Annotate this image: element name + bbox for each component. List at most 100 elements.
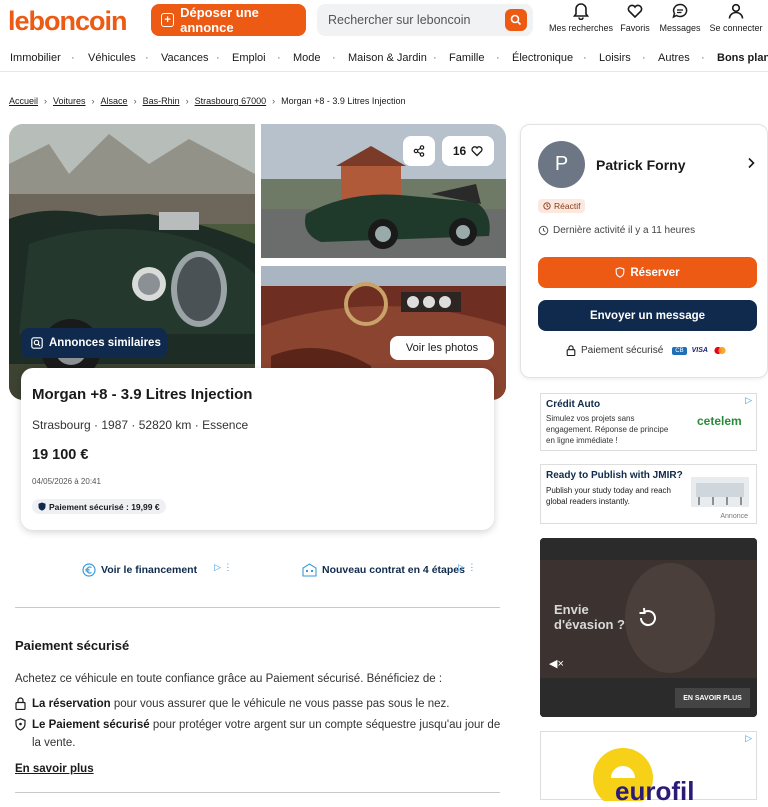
header: leboncoin + Déposer une annonce Recherch… [0, 0, 768, 42]
financing-link[interactable]: Voir le financement [82, 563, 197, 577]
post-ad-button[interactable]: + Déposer une annonce [151, 4, 306, 36]
cetelem-logo: cetelem [697, 414, 742, 428]
ad-credit-auto[interactable]: Crédit Auto Simulez vos projets sans eng… [540, 393, 757, 451]
financing-label: Voir le financement [101, 564, 198, 576]
login-button[interactable]: Se connecter [706, 2, 766, 33]
nav-item-mode[interactable]: Mode [293, 52, 321, 64]
history-icon [538, 225, 549, 236]
last-activity: Dernière activité il y a 11 heures [538, 225, 695, 236]
learn-more-link[interactable]: En savoir plus [15, 763, 94, 775]
listing-date: 04/05/2026 à 20:41 [32, 477, 101, 486]
chevron-right-icon: › [91, 96, 95, 106]
nav-separator: · [701, 52, 705, 64]
nav-item-vehicules[interactable]: Véhicules [88, 52, 136, 64]
euro-icon [82, 563, 96, 577]
nav-separator: · [332, 52, 336, 64]
ad-jmir[interactable]: Ready to Publish with JMIR? Publish your… [540, 464, 757, 524]
favorites-button[interactable]: Favoris [616, 2, 654, 33]
ad-choices-icon[interactable]: ▷ [745, 395, 752, 406]
nav-item-maison-jardin[interactable]: Maison & Jardin [348, 52, 427, 64]
main-photo[interactable] [9, 124, 255, 400]
heart-icon [627, 4, 643, 19]
nav-separator: · [642, 52, 646, 64]
nav-item-bons-plans[interactable]: Bons plans [717, 52, 768, 64]
reservation-text: pour vous assurer que le véhicule ne vou… [110, 698, 450, 710]
bell-icon [573, 3, 589, 20]
nav-item-loisirs[interactable]: Loisirs [599, 52, 631, 64]
mute-icon[interactable]: ◀× [549, 657, 564, 670]
replay-icon[interactable] [636, 606, 660, 630]
see-photos-button[interactable]: Voir les photos [390, 336, 494, 360]
nav-item-electronique[interactable]: Électronique [512, 52, 573, 64]
payment-badge-label: Paiement sécurisé : 19,99 € [49, 501, 160, 512]
ad-choices-icon[interactable]: ▷ [745, 733, 752, 744]
listing-card: Morgan +8 - 3.9 Litres Injection Strasbo… [21, 368, 494, 530]
search-button[interactable] [505, 9, 527, 31]
seller-name[interactable]: Patrick Forny [596, 157, 685, 173]
share-button[interactable] [403, 136, 435, 166]
section-divider [15, 792, 500, 793]
nav-item-emploi[interactable]: Emploi [232, 52, 266, 64]
chevron-right-icon: › [272, 96, 276, 106]
saved-searches-button[interactable]: Mes recherches [546, 2, 616, 33]
login-label: Se connecter [709, 23, 763, 33]
cb-card-icon: CB [672, 346, 687, 355]
chevron-right-icon[interactable] [746, 157, 756, 169]
ad-choices-icon[interactable]: ▷ ⋮ [458, 562, 476, 573]
nav-item-famille[interactable]: Famille [449, 52, 484, 64]
breadcrumb-strasbourg[interactable]: Strasbourg 67000 [195, 96, 267, 106]
secure-payment-row: Paiement sécurisé CB VISA [566, 345, 727, 356]
secure-payment-section: Paiement sécurisé Achetez ce véhicule en… [15, 638, 505, 777]
breadcrumb-voitures[interactable]: Voitures [53, 96, 86, 106]
favorite-button[interactable]: 16 [442, 136, 494, 166]
payment-badge: Paiement sécurisé : 19,99 € [32, 499, 166, 514]
reservation-bold: La réservation [32, 698, 111, 710]
ad3-cta-button[interactable]: EN SAVOIR PLUS [675, 688, 750, 708]
ad2-image [691, 477, 749, 507]
nav-item-immobilier[interactable]: Immobilier [10, 52, 61, 64]
visa-card-icon: VISA [691, 347, 708, 354]
reservation-item: La réservation pour vous assurer que le … [15, 695, 505, 713]
breadcrumb-accueil[interactable]: Accueil [9, 96, 38, 106]
ad-eurofil[interactable]: eurofil ▷ [540, 731, 757, 806]
reserve-button[interactable]: Réserver [538, 257, 757, 288]
section-divider [15, 607, 500, 608]
ad1-text: Simulez vos projets sans engagement. Rép… [546, 414, 669, 445]
ad3-text: Envie d'évasion ? [554, 602, 625, 632]
search-icon [510, 14, 522, 26]
favorite-count: 16 [452, 144, 467, 158]
heart-icon [471, 146, 483, 157]
nav-separator: · [496, 52, 500, 64]
nav-item-autres[interactable]: Autres [658, 52, 690, 64]
ad-video[interactable]: Envie d'évasion ? ◀× EN SAVOIR PLUS [540, 538, 757, 717]
seller-avatar[interactable]: P [538, 141, 585, 188]
send-message-button[interactable]: Envoyer un message [538, 300, 757, 331]
ad2-title: Ready to Publish with JMIR? [546, 470, 683, 481]
header-icons: Mes recherches Favoris Messages Se conne… [546, 2, 766, 33]
seller-panel: P Patrick Forny Réactif Dernière activit… [520, 124, 768, 378]
lock-icon [15, 697, 26, 710]
chat-icon [672, 3, 688, 19]
category-nav: Immobilier · Véhicules · Vacances · Empl… [0, 46, 768, 72]
similar-ads-button[interactable]: Annonces similaires [21, 328, 167, 358]
contract-link[interactable]: Nouveau contrat en 4 étapes [302, 563, 465, 577]
leboncoin-logo[interactable]: leboncoin [8, 6, 127, 37]
messages-button[interactable]: Messages [654, 2, 706, 33]
nav-item-vacances[interactable]: Vacances [161, 52, 209, 64]
mastercard-icon [714, 346, 726, 355]
ad1-title: Crédit Auto [546, 399, 601, 410]
post-ad-label: Déposer une annonce [180, 5, 259, 35]
shield-icon [616, 267, 625, 278]
nav-separator: · [433, 52, 437, 64]
reactive-label: Réactif [554, 201, 581, 211]
nav-separator: · [145, 52, 149, 64]
user-icon [728, 3, 744, 19]
contract-label: Nouveau contrat en 4 étapes [322, 564, 465, 576]
secure-payment-intro: Achetez ce véhicule en toute confiance g… [15, 673, 443, 685]
search-input[interactable]: Rechercher sur leboncoin [317, 4, 533, 36]
breadcrumb-bas-rhin[interactable]: Bas-Rhin [143, 96, 180, 106]
breadcrumb-alsace[interactable]: Alsace [101, 96, 128, 106]
last-activity-label: Dernière activité il y a 11 heures [553, 225, 696, 236]
breadcrumb-current: Morgan +8 - 3.9 Litres Injection [281, 96, 406, 106]
ad-choices-icon[interactable]: ▷ ⋮ [214, 562, 232, 573]
